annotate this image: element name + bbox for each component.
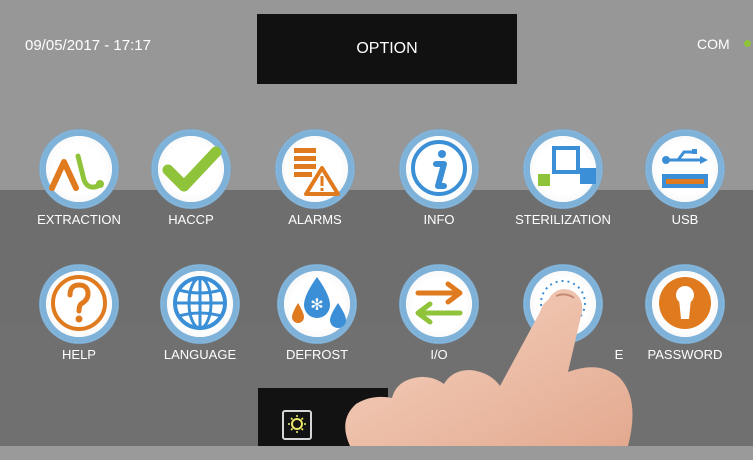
help-button[interactable]: HELP (19, 265, 139, 460)
globe-icon (173, 276, 227, 330)
extraction-label: EXTRACTION (37, 212, 121, 227)
language-button[interactable]: LANGUAGE (140, 265, 260, 460)
extraction-icon (49, 153, 104, 191)
keyhole-icon (659, 277, 711, 329)
com-status: COM (697, 36, 730, 52)
sterilization-label: STERILIZATION (515, 212, 611, 227)
info-icon (411, 140, 467, 196)
page-title: OPTION (257, 14, 517, 84)
usb-label: USB (671, 212, 699, 227)
dial-icon (540, 280, 586, 326)
page-title-text: OPTION (356, 40, 418, 57)
io-label: I/O (430, 347, 448, 362)
password-label: PASSWORD (647, 347, 723, 362)
alarms-label: ALARMS (288, 212, 342, 227)
brightness-icon[interactable] (282, 410, 312, 440)
sterilization-icon (538, 146, 596, 186)
question-icon (51, 275, 107, 331)
dial-button[interactable]: E (503, 265, 623, 460)
svg-text:✻: ✻ (310, 295, 323, 314)
info-label: INFO (423, 212, 455, 227)
help-label: HELP (62, 347, 96, 362)
language-label: LANGUAGE (163, 347, 237, 362)
brightness-glyph (288, 415, 306, 433)
com-status-dot (744, 40, 751, 47)
haccp-label: HACCP (168, 212, 214, 227)
io-button[interactable]: I/O (379, 265, 499, 460)
checkmark-icon (162, 146, 222, 192)
bottom-bar-extension (348, 388, 388, 446)
arrows-icon (415, 281, 463, 325)
defrost-icon: ✻ (292, 277, 346, 328)
datetime: 09/05/2017 - 17:17 (25, 37, 151, 54)
alarm-icon (294, 148, 340, 196)
usb-icon (662, 149, 708, 188)
defrost-label: DEFROST (285, 347, 349, 362)
password-button[interactable]: PASSWORD (625, 265, 745, 460)
